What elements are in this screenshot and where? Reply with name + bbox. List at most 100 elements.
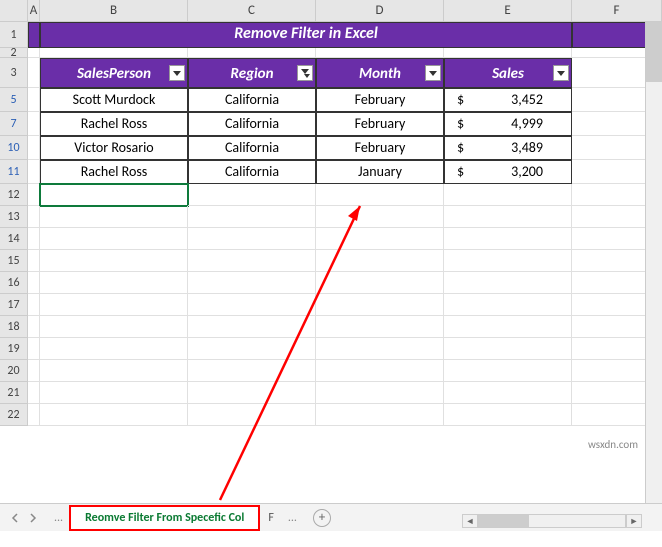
row-header-11[interactable]: 11 [0, 160, 28, 184]
header-salesperson[interactable]: SalesPerson [40, 58, 188, 88]
row-header[interactable]: 15 [0, 250, 28, 272]
data-month[interactable]: February [316, 112, 444, 136]
data-sales[interactable]: $3,200 [444, 160, 572, 184]
title-cell[interactable]: Remove Filter in Excel [40, 22, 572, 48]
cell-E2[interactable] [444, 48, 572, 58]
data-month[interactable]: February [316, 136, 444, 160]
select-all-corner[interactable] [0, 0, 28, 21]
scroll-left-icon[interactable]: ◄ [462, 514, 478, 528]
cell[interactable] [316, 338, 444, 360]
cell[interactable] [40, 404, 188, 426]
row-header-7[interactable]: 7 [0, 112, 28, 136]
data-region[interactable]: California [188, 160, 316, 184]
cell[interactable] [444, 228, 572, 250]
filter-active-icon[interactable] [297, 65, 313, 81]
cell[interactable] [316, 228, 444, 250]
cell[interactable] [40, 250, 188, 272]
cell[interactable] [444, 250, 572, 272]
cell[interactable] [28, 360, 40, 382]
data-region[interactable]: California [188, 88, 316, 112]
cell-A3[interactable] [28, 58, 40, 88]
cell[interactable] [28, 316, 40, 338]
horizontal-scrollbar[interactable]: ◄ ► [462, 513, 642, 529]
cell[interactable] [188, 228, 316, 250]
cell[interactable] [444, 294, 572, 316]
cell[interactable] [188, 250, 316, 272]
cell[interactable] [188, 338, 316, 360]
cell-A5[interactable] [28, 88, 40, 112]
row-header-5[interactable]: 5 [0, 88, 28, 112]
col-header-E[interactable]: E [444, 0, 572, 21]
cell[interactable] [40, 228, 188, 250]
cell[interactable] [40, 338, 188, 360]
cell-A10[interactable] [28, 136, 40, 160]
cell[interactable] [316, 404, 444, 426]
cell[interactable] [316, 316, 444, 338]
cell[interactable] [28, 338, 40, 360]
cell[interactable] [28, 294, 40, 316]
cell-C12[interactable] [188, 184, 316, 206]
cell[interactable] [28, 382, 40, 404]
col-header-A[interactable]: A [28, 0, 40, 21]
col-header-B[interactable]: B [40, 0, 188, 21]
tab-more-left[interactable]: ... [48, 511, 69, 525]
cell[interactable] [40, 294, 188, 316]
cell-C2[interactable] [188, 48, 316, 58]
next-sheet-tab-partial[interactable]: F [260, 507, 282, 529]
data-sales[interactable]: $3,452 [444, 88, 572, 112]
cell-A12[interactable] [28, 184, 40, 206]
cell[interactable] [444, 360, 572, 382]
row-header-1[interactable]: 1 [0, 22, 28, 48]
cell[interactable] [40, 272, 188, 294]
row-header[interactable]: 16 [0, 272, 28, 294]
cell[interactable] [28, 404, 40, 426]
scroll-right-icon[interactable]: ► [626, 514, 642, 528]
cell[interactable] [444, 272, 572, 294]
cell-E12[interactable] [444, 184, 572, 206]
data-sales[interactable]: $4,999 [444, 112, 572, 136]
cell[interactable] [188, 316, 316, 338]
filter-dropdown-icon[interactable] [425, 65, 441, 81]
cell[interactable] [188, 294, 316, 316]
cell[interactable] [40, 382, 188, 404]
col-header-F[interactable]: F [572, 0, 662, 21]
col-header-C[interactable]: C [188, 0, 316, 21]
data-month[interactable]: January [316, 160, 444, 184]
row-header[interactable]: 22 [0, 404, 28, 426]
cell[interactable] [188, 360, 316, 382]
cell-D12[interactable] [316, 184, 444, 206]
cell[interactable] [28, 228, 40, 250]
cell[interactable] [188, 404, 316, 426]
cell-D2[interactable] [316, 48, 444, 58]
cell[interactable] [28, 272, 40, 294]
cell[interactable] [316, 206, 444, 228]
cell[interactable] [28, 250, 40, 272]
cell-B2[interactable] [40, 48, 188, 58]
cell[interactable] [316, 272, 444, 294]
filter-dropdown-icon[interactable] [169, 65, 185, 81]
cell[interactable] [188, 272, 316, 294]
row-header-10[interactable]: 10 [0, 136, 28, 160]
cell[interactable] [40, 360, 188, 382]
cell[interactable] [444, 404, 572, 426]
row-header-3[interactable]: 3 [0, 58, 28, 88]
data-sales[interactable]: $3,489 [444, 136, 572, 160]
row-header[interactable]: 17 [0, 294, 28, 316]
row-header[interactable]: 18 [0, 316, 28, 338]
tab-next-icon[interactable] [26, 511, 40, 525]
row-header[interactable]: 13 [0, 206, 28, 228]
cell[interactable] [316, 382, 444, 404]
scroll-track[interactable] [478, 514, 626, 528]
cell[interactable] [444, 316, 572, 338]
filter-dropdown-icon[interactable] [553, 65, 569, 81]
cell[interactable] [444, 382, 572, 404]
header-month[interactable]: Month [316, 58, 444, 88]
cell[interactable] [316, 250, 444, 272]
cell-A2[interactable] [28, 48, 40, 58]
add-sheet-button[interactable]: + [313, 509, 331, 527]
cell[interactable] [444, 206, 572, 228]
cell-A11[interactable] [28, 160, 40, 184]
tab-prev-icon[interactable] [8, 511, 22, 525]
row-header-12[interactable]: 12 [0, 184, 28, 206]
cell[interactable] [316, 360, 444, 382]
